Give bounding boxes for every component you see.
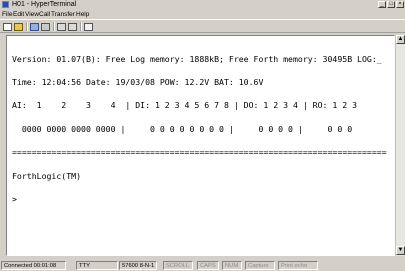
menu-view[interactable]: View [25,10,39,19]
menu-file[interactable]: File [2,10,12,19]
terminal-line: 0000 0000 0000 0000 | 0 0 0 0 0 0 0 0 | … [12,123,353,134]
send-icon[interactable] [57,23,66,31]
scroll-down-icon[interactable]: ▼ [396,246,405,255]
terminal-output: Version: 01.07(B): Free Log memory: 1888… [12,40,387,219]
terminal-prompt: > [12,193,17,204]
maximize-button[interactable]: □ [387,1,395,8]
status-caps: CAPS [197,261,219,270]
window-title: H01 - HyperTerminal [12,1,77,8]
terminal-screen[interactable]: Version: 01.07(B): Free Log memory: 1888… [6,35,395,256]
terminal-line: Version: 01.07(B): Free Log memory: 1888… [12,53,382,64]
status-num: NUM [222,261,242,270]
status-emulation: TTY [76,261,118,270]
menu-edit[interactable]: Edit [13,10,24,19]
disconnect-icon[interactable] [41,23,50,31]
call-icon[interactable] [30,23,39,31]
status-scroll: SCROLL [163,261,193,270]
status-connected-time: Connected 00:01:08 [1,261,66,270]
hyperterminal-icon[interactable] [2,1,9,8]
terminal-line: ForthLogic(TM) [12,170,82,181]
terminal-line: Time: 12:04:56 Date: 19/03/08 POW: 12.2V… [12,76,264,87]
title-bar[interactable]: H01 - HyperTerminal _ □ × [0,0,405,10]
menu-help[interactable]: Help [76,10,89,19]
menu-transfer[interactable]: Transfer [51,10,75,19]
status-print-echo: Print echo [278,261,318,270]
hyperterminal-window: H01 - HyperTerminal _ □ × File Edit View… [0,0,405,271]
status-bar: Connected 00:01:08 TTY 57600 8-N-1 SCROL… [0,260,405,271]
toolbar-separator [26,22,28,31]
terminal-line: ========================================… [12,147,387,158]
properties-icon[interactable] [84,23,93,31]
menu-bar: File Edit View Call Transfer Help [0,10,405,19]
toolbar-separator [80,22,82,31]
vertical-scrollbar[interactable]: ▲ ▼ [395,35,405,256]
minimize-button[interactable]: _ [378,1,386,8]
status-port-settings: 57600 8-N-1 [119,261,157,270]
close-button[interactable]: × [396,1,404,8]
open-icon[interactable] [14,23,23,31]
new-connection-icon[interactable] [3,23,12,31]
toolbar [0,19,405,33]
terminal-line: AI: 1 2 3 4 | DI: 1 2 3 4 5 6 7 8 | DO: … [12,100,358,111]
status-capture: Capture [245,261,275,270]
scroll-up-icon[interactable]: ▲ [396,35,405,44]
menu-call[interactable]: Call [39,10,50,19]
receive-icon[interactable] [68,23,77,31]
toolbar-separator [53,22,55,31]
